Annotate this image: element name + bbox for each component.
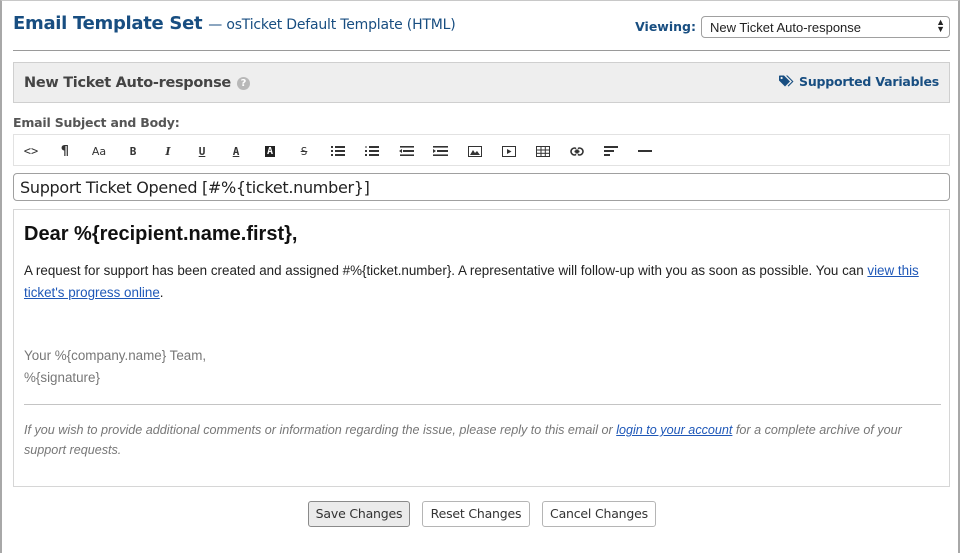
viewing-label: Viewing: xyxy=(635,19,696,34)
login-account-link[interactable]: login to your account xyxy=(616,423,732,437)
table-button[interactable] xyxy=(532,141,554,161)
underline-button[interactable]: U xyxy=(191,141,213,161)
font-color-button[interactable]: A xyxy=(225,141,247,161)
align-left-icon xyxy=(604,146,618,156)
italic-button[interactable]: I xyxy=(157,141,179,161)
unordered-list-button[interactable] xyxy=(327,141,349,161)
email-subject-input[interactable]: Support Ticket Opened [#%{ticket.number}… xyxy=(13,173,950,201)
code-icon: <> xyxy=(23,144,39,158)
horizontal-rule-button[interactable] xyxy=(634,141,656,161)
background-color-button[interactable]: A xyxy=(259,141,281,161)
italic-icon: I xyxy=(165,144,171,158)
select-arrows-icon: ▲ ▼ xyxy=(936,17,945,34)
editor-toolbar: <> ¶ Aa B I U A A S xyxy=(13,134,950,166)
save-changes-button[interactable]: Save Changes xyxy=(308,501,410,527)
table-icon xyxy=(536,145,550,157)
supported-variables-link[interactable]: Supported Variables xyxy=(779,74,939,89)
strikethrough-icon: S xyxy=(300,144,308,158)
bold-button[interactable]: B xyxy=(122,141,144,161)
page-frame: Email Template Set — osTicket Default Te… xyxy=(0,0,960,553)
paragraph-icon: ¶ xyxy=(61,143,69,159)
page-subtitle: — osTicket Default Template (HTML) xyxy=(208,17,456,33)
formatting-button[interactable]: ¶ xyxy=(54,141,76,161)
footer-text-1: If you wish to provide additional commen… xyxy=(24,423,617,437)
reset-changes-button[interactable]: Reset Changes xyxy=(422,501,530,527)
viewing-select-value: New Ticket Auto-response xyxy=(710,20,862,35)
section-bar: New Ticket Auto-response? Supported Vari… xyxy=(13,62,950,103)
body-signature: Your %{company.name} Team, %{signature} xyxy=(24,345,206,389)
video-button[interactable] xyxy=(498,141,520,161)
outdent-button[interactable] xyxy=(395,141,417,161)
body-paragraph-end: . xyxy=(159,285,164,300)
tags-icon xyxy=(779,75,794,87)
unordered-list-icon xyxy=(331,146,345,156)
alignment-button[interactable] xyxy=(600,141,622,161)
body-greeting: Dear %{recipient.name.first}, xyxy=(24,223,298,245)
image-button[interactable] xyxy=(464,141,486,161)
body-footer: If you wish to provide additional commen… xyxy=(24,420,939,460)
indent-icon xyxy=(432,146,448,156)
link-icon xyxy=(570,146,584,156)
signature-line-2: %{signature} xyxy=(24,370,100,385)
email-body-editor[interactable]: Dear %{recipient.name.first}, A request … xyxy=(13,209,950,487)
signature-line-1: Your %{company.name} Team, xyxy=(24,348,207,363)
image-icon xyxy=(468,145,482,157)
viewing-select[interactable]: New Ticket Auto-response ▲ ▼ xyxy=(701,16,950,38)
email-subject-body-label: Email Subject and Body: xyxy=(13,115,180,130)
bold-icon: B xyxy=(129,144,137,158)
ordered-list-icon xyxy=(365,146,379,156)
outdent-icon xyxy=(398,146,414,156)
font-color-icon: A xyxy=(232,144,240,158)
section-title: New Ticket Auto-response? xyxy=(24,75,250,91)
link-button[interactable] xyxy=(566,141,588,161)
page-title-text: Email Template Set xyxy=(13,13,203,34)
indent-button[interactable] xyxy=(429,141,451,161)
page-header: Email Template Set — osTicket Default Te… xyxy=(13,13,950,51)
font-size-button[interactable]: Aa xyxy=(88,141,110,161)
cancel-changes-button[interactable]: Cancel Changes xyxy=(542,501,656,527)
video-icon xyxy=(502,145,516,157)
underline-icon: U xyxy=(198,144,206,158)
section-title-text: New Ticket Auto-response xyxy=(24,75,231,91)
ordered-list-button[interactable] xyxy=(361,141,383,161)
supported-variables-label: Supported Variables xyxy=(799,74,939,89)
body-paragraph: A request for support has been created a… xyxy=(24,260,939,304)
question-circle-icon[interactable]: ? xyxy=(236,77,250,90)
strikethrough-button[interactable]: S xyxy=(293,141,315,161)
body-divider xyxy=(24,404,941,405)
body-paragraph-text: A request for support has been created a… xyxy=(24,263,868,278)
background-color-icon: A xyxy=(264,145,276,157)
horizontal-rule-icon xyxy=(638,150,652,152)
html-source-button[interactable]: <> xyxy=(20,141,42,161)
font-size-icon: Aa xyxy=(91,144,107,158)
page-title: Email Template Set — osTicket Default Te… xyxy=(13,13,456,34)
